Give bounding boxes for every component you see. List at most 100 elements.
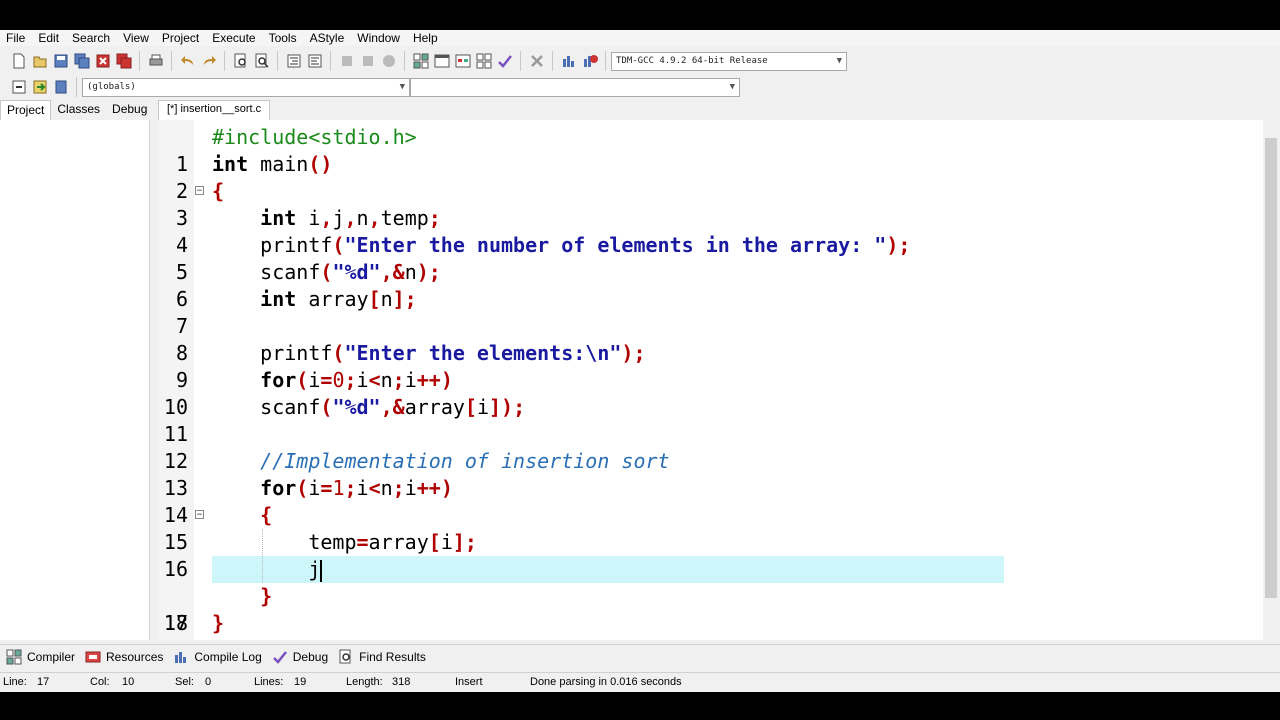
scope-select[interactable]: (globals) ▼ xyxy=(82,77,410,97)
goto-bookmark-icon[interactable] xyxy=(31,79,48,96)
tab-debug-output[interactable]: Debug xyxy=(272,649,328,665)
save-icon[interactable] xyxy=(52,53,69,70)
main-toolbar: TDM-GCC 4.9.2 64-bit Release ▼ xyxy=(0,48,890,74)
code-token: for xyxy=(260,476,297,500)
code-token: ; xyxy=(344,368,357,392)
menu-project[interactable]: Project xyxy=(156,30,206,46)
chevron-down-icon: ▼ xyxy=(729,81,735,92)
code-token: < xyxy=(368,476,381,500)
code-token: scanf xyxy=(260,260,321,284)
tab-compiler[interactable]: Compiler xyxy=(6,649,75,665)
ide-window: File Edit Search View Project Execute To… xyxy=(0,30,1280,692)
toolbar-separator xyxy=(139,51,140,71)
code-token: = xyxy=(356,530,369,554)
print-icon[interactable] xyxy=(147,53,164,70)
indent-icon[interactable] xyxy=(285,53,302,70)
tab-label: Resources xyxy=(106,649,164,664)
toolbar-separator xyxy=(404,51,405,71)
code-token: [ xyxy=(428,530,441,554)
toggle-bookmark-icon[interactable] xyxy=(52,79,69,96)
member-select[interactable]: ▼ xyxy=(410,77,740,97)
code-token: ); xyxy=(621,341,646,365)
close-all-icon[interactable] xyxy=(115,53,132,70)
code-line: 15 − { xyxy=(158,502,1280,554)
rebuild-icon[interactable] xyxy=(475,53,492,70)
new-file-icon[interactable] xyxy=(10,53,27,70)
forward-icon[interactable] xyxy=(359,53,376,70)
profile-icon[interactable] xyxy=(560,53,577,70)
replace-icon[interactable] xyxy=(253,53,270,70)
code-token: ,& xyxy=(380,395,405,419)
editor-tab-file[interactable]: [*] insertion__sort.c xyxy=(158,100,271,120)
menu-astyle[interactable]: AStyle xyxy=(304,30,352,46)
scrollbar-thumb[interactable] xyxy=(1265,138,1277,598)
code-token: n xyxy=(356,206,369,230)
open-project-icon[interactable] xyxy=(31,53,48,70)
tab-label: Find Results xyxy=(359,649,426,664)
code-token: i xyxy=(308,476,321,500)
code-token: ( xyxy=(296,368,309,392)
code-token: j xyxy=(308,557,321,581)
tab-label: Compiler xyxy=(27,649,76,664)
current-code-line: 17 j xyxy=(158,556,1280,635)
code-token: } xyxy=(260,584,273,608)
find-results-icon xyxy=(339,649,351,663)
chevron-down-icon: ▼ xyxy=(399,81,405,92)
tab-project[interactable]: Project xyxy=(0,100,52,121)
compile-icon[interactable] xyxy=(412,53,429,70)
code-token: ; xyxy=(428,206,441,230)
stop-execution-icon[interactable] xyxy=(528,53,545,70)
code-token: main xyxy=(248,152,309,176)
compile-run-icon[interactable] xyxy=(454,53,471,70)
delete-profile-icon[interactable] xyxy=(581,53,598,70)
back-icon[interactable] xyxy=(338,53,355,70)
code-token: array xyxy=(368,530,429,554)
output-tabs: Compiler Resources Compile Log Debug Fin… xyxy=(0,644,1280,668)
code-token: < xyxy=(368,368,381,392)
compiler-icon xyxy=(6,649,22,664)
run-icon[interactable] xyxy=(433,53,450,70)
menu-execute[interactable]: Execute xyxy=(206,30,262,46)
tab-find-results[interactable]: Find Results xyxy=(338,649,426,665)
code-token: = xyxy=(320,368,333,392)
compiler-select[interactable]: TDM-GCC 4.9.2 64-bit Release ▼ xyxy=(611,51,847,71)
toolbar-separator xyxy=(277,51,278,71)
menu-help[interactable]: Help xyxy=(407,30,445,46)
code-token: printf xyxy=(260,233,333,257)
code-token: array xyxy=(404,395,465,419)
menu-search[interactable]: Search xyxy=(66,30,117,46)
tab-classes[interactable]: Classes xyxy=(51,100,106,120)
project-panel[interactable] xyxy=(0,120,150,640)
insert-icon[interactable] xyxy=(10,79,27,96)
tab-debug[interactable]: Debug xyxy=(106,100,153,120)
compiler-select-value: TDM-GCC 4.9.2 64-bit Release xyxy=(616,56,768,66)
menu-window[interactable]: Window xyxy=(351,30,407,46)
syntax-check-icon[interactable] xyxy=(496,53,513,70)
code-token: ++) xyxy=(416,476,453,500)
goto-icon[interactable] xyxy=(380,53,397,70)
menu-view[interactable]: View xyxy=(117,30,156,46)
code-token: array xyxy=(296,287,369,311)
fold-collapse-icon[interactable]: − xyxy=(195,186,204,196)
scope-select-value: (globals) xyxy=(87,82,136,92)
code-line: 4 int i,j,n,temp; xyxy=(158,205,1280,257)
unindent-icon[interactable] xyxy=(306,53,323,70)
code-token: for xyxy=(260,368,297,392)
code-token: [ xyxy=(464,395,477,419)
code-token: int xyxy=(260,206,297,230)
tab-compile-log[interactable]: Compile Log xyxy=(173,649,262,665)
code-editor[interactable]: 1 #include<stdio.h> 2 int main() 3 − { 4… xyxy=(158,120,1280,640)
close-file-icon[interactable] xyxy=(94,53,111,70)
menu-edit[interactable]: Edit xyxy=(32,30,66,46)
redo-icon[interactable] xyxy=(200,53,217,70)
code-token: ( xyxy=(332,233,345,257)
status-lines-value: 19 xyxy=(294,676,307,688)
find-icon[interactable] xyxy=(232,53,249,70)
menu-file[interactable]: File xyxy=(0,30,32,46)
save-all-icon[interactable] xyxy=(73,53,90,70)
tab-resources[interactable]: Resources xyxy=(85,649,163,665)
undo-icon[interactable] xyxy=(179,53,196,70)
vertical-scrollbar[interactable] xyxy=(1263,120,1280,640)
menu-tools[interactable]: Tools xyxy=(263,30,304,46)
fold-collapse-icon[interactable]: − xyxy=(195,510,204,520)
